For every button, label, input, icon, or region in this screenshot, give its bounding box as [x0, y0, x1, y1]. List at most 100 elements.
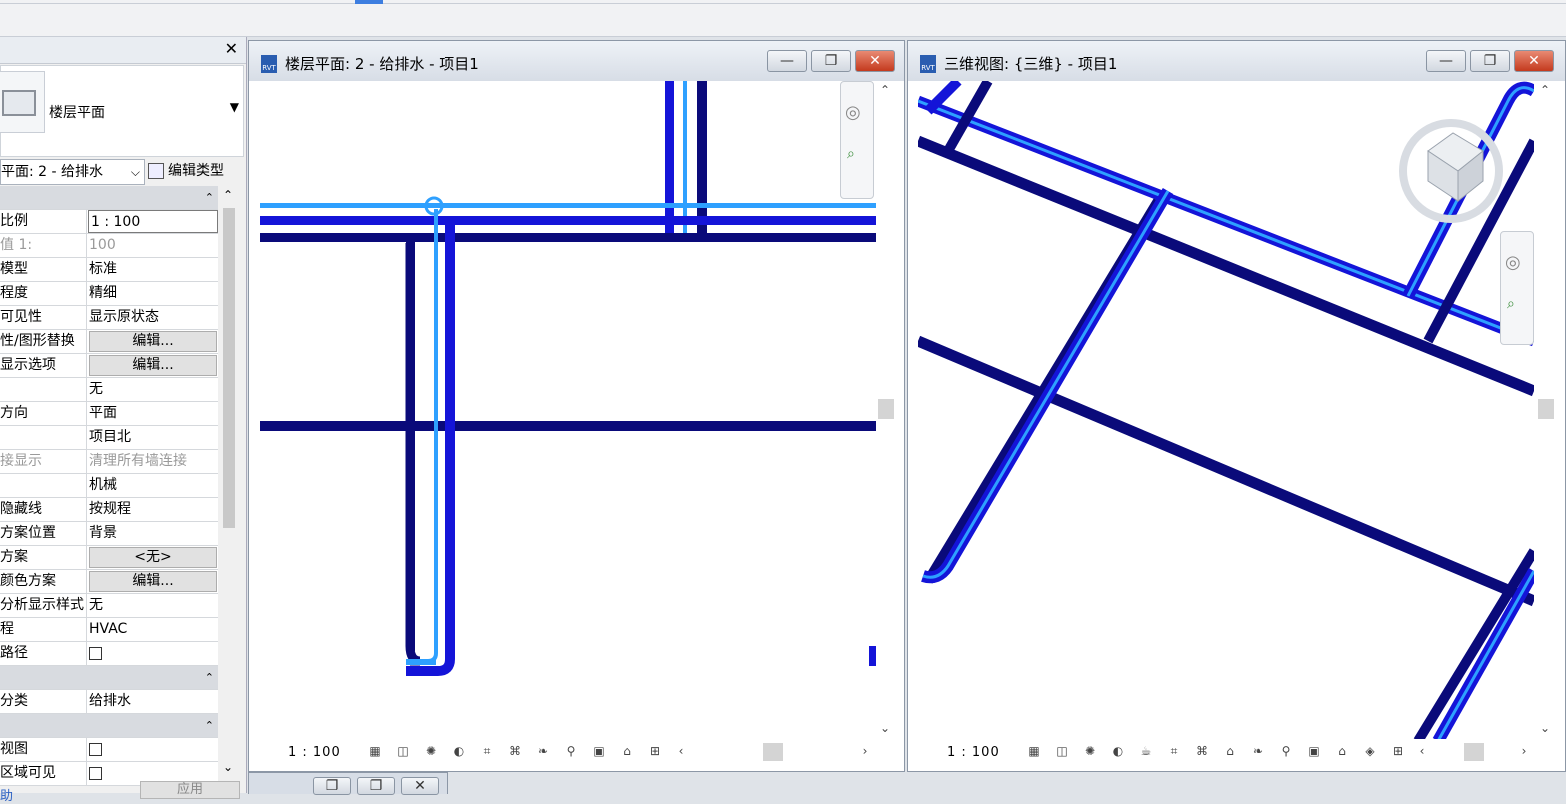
highlight-icon[interactable]: ⌂ — [620, 744, 634, 758]
visual-style-icon[interactable]: ◫ — [1055, 744, 1069, 758]
restore-button[interactable]: ❐ — [811, 50, 851, 72]
property-row[interactable]: 可见性 显示原状态 — [0, 306, 218, 330]
crop-view-icon[interactable]: ⌗ — [480, 744, 494, 758]
property-row[interactable]: 接显示 清理所有墙连接 — [0, 450, 218, 474]
property-checkbox[interactable] — [89, 738, 217, 761]
shadows-icon[interactable]: ◐ — [1111, 744, 1125, 758]
pipe-segment[interactable] — [697, 81, 707, 239]
threed-view-window[interactable]: RVT 三维视图: {三维} - 项目1 — ❐ ✕ ◎ ⌕ ⌃ ⌄ 1: 1… — [907, 40, 1566, 772]
crop-view-icon[interactable]: ⌗ — [1167, 744, 1181, 758]
render-icon[interactable]: ☕ — [1139, 744, 1153, 758]
property-row[interactable]: 隐藏线 按规程 — [0, 498, 218, 522]
property-row[interactable]: 性/图形替换 编辑... — [0, 330, 218, 354]
detail-level-icon[interactable]: ▦ — [368, 744, 382, 758]
shadows-icon[interactable]: ◐ — [452, 744, 466, 758]
constraints-icon[interactable]: ⊞ — [1391, 744, 1405, 758]
property-row[interactable]: 显示选项 编辑... — [0, 354, 218, 378]
close-button[interactable]: ✕ — [855, 50, 895, 72]
scroll-down-icon[interactable]: ⌄ — [1540, 721, 1550, 735]
property-row[interactable]: 路径 — [0, 642, 218, 666]
plan-view-titlebar[interactable]: RVT 楼层平面: 2 - 给排水 - 项目1 — ❐ ✕ — [249, 41, 904, 81]
type-selector[interactable]: 楼层平面 ▼ — [0, 65, 244, 157]
property-edit-button[interactable]: 编辑... — [89, 331, 217, 352]
collapse-icon[interactable]: ⌃ — [205, 186, 214, 209]
steering-wheel-icon[interactable]: ◎ — [845, 102, 861, 123]
scroll-right-icon[interactable]: › — [858, 744, 872, 758]
minimize-button[interactable]: — — [767, 50, 807, 72]
scroll-up-icon[interactable]: ⌃ — [223, 188, 233, 202]
sun-path-icon[interactable]: ✺ — [424, 744, 438, 758]
sun-path-icon[interactable]: ✺ — [1083, 744, 1097, 758]
property-row[interactable]: 机械 — [0, 474, 218, 498]
threed-drawing[interactable] — [918, 81, 1534, 741]
property-edit-button[interactable]: 编辑... — [89, 355, 217, 376]
scroll-left-icon[interactable]: ‹ — [1415, 744, 1429, 758]
hscroll-thumb[interactable] — [763, 743, 783, 761]
property-row[interactable]: 分析显示样式无 — [0, 594, 218, 618]
scroll-up-icon[interactable]: ⌃ — [880, 83, 890, 97]
hscroll-thumb[interactable] — [1464, 743, 1484, 761]
section-header[interactable]: ⌃ — [0, 714, 218, 738]
pipe-segment[interactable] — [260, 421, 876, 431]
property-row[interactable]: 方向 平面 — [0, 402, 218, 426]
worksharing-icon[interactable]: ◈ — [1363, 744, 1377, 758]
plan-view-window[interactable]: RVT 楼层平面: 2 - 给排水 - 项目1 — ❐ ✕ ◎ ⌕ ⌃ ⌄ 1 … — [248, 40, 905, 772]
checkbox[interactable] — [89, 766, 102, 780]
navigation-bar[interactable]: ◎ ⌕ — [840, 81, 874, 199]
scroll-down-icon[interactable]: ⌄ — [223, 760, 233, 774]
scroll-thumb[interactable] — [223, 208, 235, 528]
lock-3d-icon[interactable]: ⌂ — [1223, 744, 1237, 758]
dropdown-arrow-icon[interactable]: ▼ — [230, 100, 239, 114]
pipe-segment[interactable] — [869, 646, 876, 666]
zoom-icon[interactable]: ⌕ — [1507, 296, 1515, 312]
minimized-view-window[interactable]: ❐ ❐ ✕ — [248, 772, 448, 795]
collapse-icon[interactable]: ⌃ — [205, 714, 214, 737]
scroll-right-icon[interactable]: › — [1517, 744, 1531, 758]
property-row[interactable]: 视图 — [0, 738, 218, 762]
pipe-segment[interactable] — [665, 81, 674, 239]
properties-help-link[interactable]: 助 — [0, 785, 13, 804]
reveal-hidden-icon[interactable]: ⚲ — [1279, 744, 1293, 758]
constraints-icon[interactable]: ⊞ — [648, 744, 662, 758]
apply-button[interactable]: 应用 — [140, 781, 240, 799]
scroll-left-icon[interactable]: ‹ — [674, 744, 688, 758]
scroll-thumb[interactable] — [878, 399, 894, 419]
highlight-icon[interactable]: ⌂ — [1335, 744, 1349, 758]
threed-canvas[interactable]: ◎ ⌕ — [918, 81, 1534, 741]
plan-vertical-scrollbar[interactable]: ⌃ ⌄ — [876, 81, 896, 741]
restore-button[interactable]: ❐ — [313, 777, 351, 795]
property-row[interactable]: 程 HVAC — [0, 618, 218, 642]
property-edit-button[interactable]: 编辑... — [89, 571, 217, 592]
property-row[interactable]: 无 — [0, 378, 218, 402]
pipe-segment[interactable] — [406, 239, 415, 651]
property-row[interactable]: 程度 精细 — [0, 282, 218, 306]
section-header[interactable]: ⌃ — [0, 666, 218, 690]
visual-style-icon[interactable]: ◫ — [396, 744, 410, 758]
pipe-segment[interactable] — [406, 659, 436, 665]
plan-drawing[interactable] — [260, 81, 876, 741]
scroll-down-icon[interactable]: ⌄ — [880, 721, 890, 735]
property-checkbox[interactable] — [89, 642, 217, 665]
close-icon[interactable]: ✕ — [225, 39, 238, 58]
property-row[interactable]: 值 1: 100 — [0, 234, 218, 258]
close-button[interactable]: ✕ — [1514, 50, 1554, 72]
reveal-hidden-icon[interactable]: ⚲ — [564, 744, 578, 758]
property-input[interactable]: 1 : 100 — [88, 210, 218, 233]
maximize-button[interactable]: ❐ — [357, 777, 395, 795]
threed-vertical-scrollbar[interactable]: ⌃ ⌄ — [1536, 81, 1556, 741]
threed-view-titlebar[interactable]: RVT 三维视图: {三维} - 项目1 — ❐ ✕ — [908, 41, 1565, 81]
view-instance-select[interactable]: 平面: 2 - 给排水 ⌵ — [0, 159, 145, 185]
edit-type-button[interactable]: 编辑类型 — [148, 159, 224, 183]
minimize-button[interactable]: — — [1426, 50, 1466, 72]
pipe-segment[interactable] — [1436, 570, 1534, 741]
properties-scrollbar[interactable]: ⌃ ⌄ — [220, 186, 238, 776]
property-row[interactable]: 比例 1 : 100 — [0, 210, 218, 234]
ribbon-active-tab-indicator[interactable] — [355, 0, 383, 4]
steering-wheel-icon[interactable]: ◎ — [1505, 252, 1521, 273]
checkbox[interactable] — [89, 646, 102, 660]
close-button[interactable]: ✕ — [401, 777, 439, 795]
restore-button[interactable]: ❐ — [1470, 50, 1510, 72]
pipe-segment[interactable] — [260, 203, 876, 208]
detail-level-icon[interactable]: ▦ — [1027, 744, 1041, 758]
show-crop-icon[interactable]: ⌘ — [508, 744, 522, 758]
